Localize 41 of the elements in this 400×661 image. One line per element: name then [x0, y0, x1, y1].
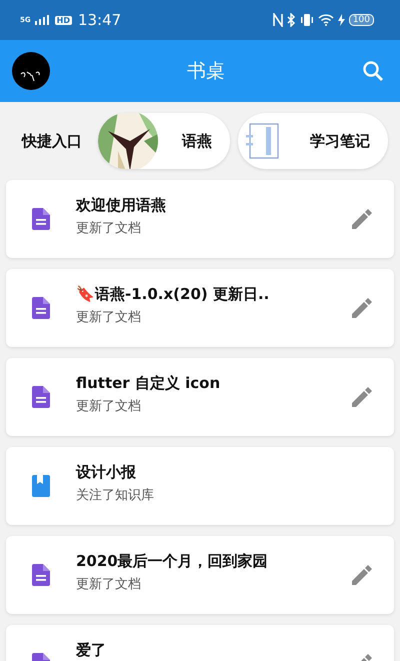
- vibrate-icon: [300, 14, 314, 26]
- document-title: 设计小报: [76, 464, 137, 480]
- document-title: 2020最后一个月，回到家园: [76, 553, 269, 570]
- document-icon: [32, 564, 50, 586]
- document-card[interactable]: 🔖语燕-1.0.x(20) 更新日.. 更新了文档: [6, 269, 394, 347]
- activity-text: 更新了文档: [76, 398, 142, 414]
- document-card[interactable]: 设计小报 关注了知识库: [6, 447, 394, 525]
- nfc-icon: [272, 13, 283, 27]
- activity-text: 更新了文档: [76, 220, 142, 236]
- document-card[interactable]: 欢迎使用语燕 更新了文档: [6, 180, 394, 258]
- document-title: 🔖语燕-1.0.x(20) 更新日..: [76, 286, 270, 302]
- bluetooth-icon: [286, 13, 296, 27]
- signal-icon: [34, 15, 49, 25]
- shortcut-chip[interactable]: 语燕: [98, 113, 230, 169]
- activity-text: 关注了知识库: [76, 486, 155, 504]
- book-icon: [32, 475, 50, 497]
- section-label: 快捷入口: [22, 132, 82, 150]
- document-title: flutter 自定义 icon: [76, 375, 222, 392]
- battery-level: 100: [348, 14, 374, 26]
- pencil-icon[interactable]: [352, 387, 372, 407]
- hd-badge: HD: [54, 16, 72, 24]
- activity-text: 更新了文档: [76, 576, 142, 592]
- shortcut-chip[interactable]: 学习笔记: [238, 113, 388, 169]
- clock-time: 13:47: [78, 11, 122, 29]
- document-title: 欢迎使用语燕: [76, 197, 167, 214]
- document-card[interactable]: flutter 自定义 icon 更新了文档: [6, 358, 394, 436]
- document-icon: [32, 208, 50, 230]
- app-title: 书桌: [186, 59, 226, 84]
- pencil-icon[interactable]: [352, 209, 372, 229]
- charging-icon: [338, 14, 345, 26]
- avatar[interactable]: [12, 52, 50, 90]
- wifi-icon: [318, 14, 334, 26]
- search-icon[interactable]: [362, 60, 384, 82]
- pencil-icon[interactable]: [352, 298, 372, 318]
- document-title: 爱了: [76, 642, 107, 658]
- document-card[interactable]: 爱了: [6, 625, 394, 661]
- document-icon: [32, 297, 50, 319]
- activity-text: 更新了文档: [76, 308, 142, 326]
- pencil-icon[interactable]: [352, 565, 372, 585]
- document-card[interactable]: 2020最后一个月，回到家园 更新了文档: [6, 536, 394, 614]
- document-icon: [32, 386, 50, 408]
